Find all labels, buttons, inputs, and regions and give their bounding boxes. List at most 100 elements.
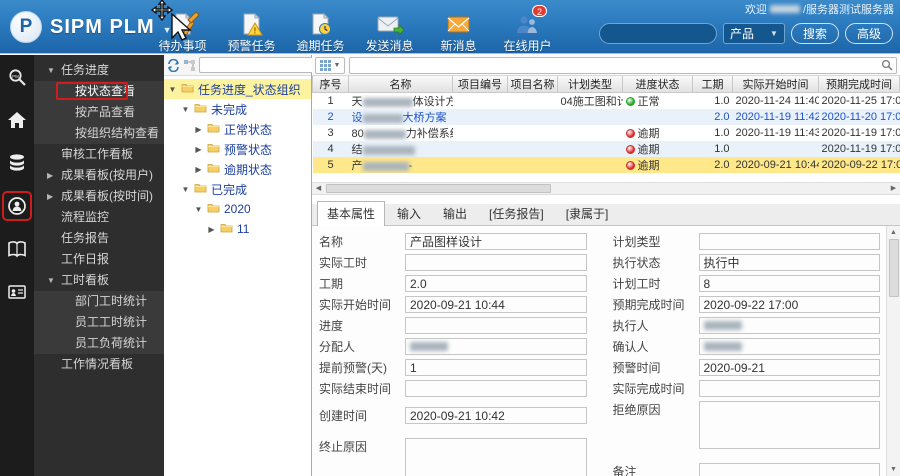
column-header-工期[interactable]: 工期 <box>692 76 733 93</box>
scroll-up-icon[interactable]: ▲ <box>887 226 900 239</box>
field-input[interactable] <box>405 296 587 313</box>
new-message-tool[interactable]: 新消息 <box>424 12 493 54</box>
column-header-序号[interactable]: 序号 <box>312 76 349 93</box>
sidebar-item-按状态查看[interactable]: 按状态查看 <box>34 81 164 102</box>
search-category-select[interactable]: 产品 ▼ <box>722 23 785 44</box>
table-row[interactable]: 4 结 逾期 1.0 2020-11-19 17:00 <box>312 141 900 157</box>
collapsed-arrow-icon[interactable]: ▶ <box>194 145 203 154</box>
field-value-redacted[interactable] <box>698 338 880 355</box>
scroll-right-icon[interactable]: ▶ <box>887 183 900 194</box>
tab-隶属于[interactable]: [隶属于] <box>556 201 619 225</box>
tab-输出[interactable]: 输出 <box>433 201 477 225</box>
cell-name[interactable]: 80力补偿系统 <box>349 125 453 141</box>
field-input[interactable] <box>405 254 587 271</box>
scroll-down-icon[interactable]: ▼ <box>887 463 900 476</box>
book-icon[interactable] <box>4 236 30 262</box>
vertical-scroll-thumb[interactable] <box>888 239 899 297</box>
tree-node-已完成[interactable]: ▼ 已完成 <box>164 179 311 199</box>
field-input[interactable] <box>405 359 587 376</box>
column-header-计划类型[interactable]: 计划类型 <box>557 76 623 93</box>
home-icon[interactable] <box>4 107 30 133</box>
field-input[interactable] <box>405 233 587 250</box>
sidebar-item-流程监控[interactable]: 流程监控 <box>34 207 164 228</box>
advanced-search-button[interactable]: 高级 <box>844 23 893 44</box>
tab-基本属性[interactable]: 基本属性 <box>317 201 386 226</box>
field-input[interactable] <box>698 275 880 292</box>
tree-node-预警状态[interactable]: ▶ 预警状态 <box>164 139 311 159</box>
column-header-项目名称[interactable]: 项目名称 <box>507 76 558 93</box>
tree-node-正常状态[interactable]: ▶ 正常状态 <box>164 119 311 139</box>
sidebar-item-按组织结构查看[interactable]: 按组织结构查看 <box>34 123 164 144</box>
tree-structure-icon[interactable] <box>183 58 196 73</box>
database-icon[interactable] <box>4 150 30 176</box>
column-header-实际开始时间[interactable]: 实际开始时间 <box>732 76 819 93</box>
tree-node-逾期状态[interactable]: ▶ 逾期状态 <box>164 159 311 179</box>
vertical-scrollbar[interactable]: ▲ ▼ <box>886 226 900 476</box>
column-header-名称[interactable]: 名称 <box>348 76 453 93</box>
scroll-left-icon[interactable]: ◀ <box>312 183 325 194</box>
tree-node-11[interactable]: ▶ 11 <box>164 219 311 239</box>
send-message-tool[interactable]: 发送消息 <box>355 12 424 54</box>
collapsed-arrow-icon[interactable]: ▶ <box>194 165 203 174</box>
sidebar-item-按产品查看[interactable]: 按产品查看 <box>34 102 164 123</box>
column-header-项目编号[interactable]: 项目编号 <box>452 76 508 93</box>
field-input[interactable] <box>698 359 880 376</box>
global-search-input[interactable] <box>598 23 717 44</box>
field-input[interactable] <box>698 380 880 397</box>
table-row[interactable]: 5产- 逾期 2.02020-09-21 10:442020-09-22 17:00 <box>312 157 900 173</box>
table-row[interactable]: 2 设大桥方案 2.0 2020-11-19 11:42 2020-11-20 17:0… <box>312 109 900 125</box>
search-button[interactable]: 搜索 <box>790 23 839 44</box>
field-input[interactable] <box>698 463 880 476</box>
tree-node-2020[interactable]: ▼ 2020 <box>164 199 311 219</box>
sidebar-item-员工负荷统计[interactable]: 员工负荷统计 <box>34 333 164 354</box>
expanded-arrow-icon[interactable]: ▼ <box>181 185 190 194</box>
sidebar-item-成果看板(按用户)[interactable]: ▶ 成果看板(按用户) <box>34 165 164 186</box>
grid-filter-input[interactable] <box>352 58 879 72</box>
horizontal-scrollbar[interactable]: ◀ ▶ <box>312 182 900 195</box>
table-row[interactable]: 1 天体设计方案 04施工图和计算 正常 1.0 2020-11-24 11:402020… <box>313 93 899 110</box>
collapsed-arrow-icon[interactable]: ▶ <box>207 225 216 234</box>
tab-输入[interactable]: 输入 <box>387 201 431 225</box>
field-textarea[interactable] <box>405 438 587 476</box>
cell-name[interactable]: 产- <box>348 157 453 173</box>
field-textarea[interactable] <box>698 401 880 449</box>
expanded-arrow-icon[interactable]: ▼ <box>194 205 203 214</box>
sidebar-item-工时看板[interactable]: ▼ 工时看板 <box>34 270 164 291</box>
field-input[interactable] <box>698 296 880 313</box>
online-users-tool[interactable]: 在线用户 2 <box>493 5 562 54</box>
column-header-进度状态[interactable]: 进度状态 <box>622 76 693 93</box>
field-input[interactable] <box>405 275 587 292</box>
tree-node-未完成[interactable]: ▼ 未完成 <box>164 99 311 119</box>
sidebar-item-任务报告[interactable]: 任务报告 <box>34 228 164 249</box>
table-row[interactable]: 3 80力补偿系统 逾期 1.0 2020-11-19 11:432020-11-19 … <box>313 125 899 141</box>
expanded-arrow-icon[interactable]: ▼ <box>181 105 190 114</box>
field-input[interactable] <box>405 317 587 334</box>
tree-refresh-icon[interactable] <box>167 58 180 73</box>
field-value-redacted[interactable] <box>698 317 880 334</box>
tree-node-任务进度_状态组织[interactable]: ▼ 任务进度_状态组织 <box>164 79 311 99</box>
magnifier-icon[interactable] <box>879 58 894 73</box>
todo-tool[interactable]: 待办事项 <box>148 12 217 54</box>
collapsed-arrow-icon[interactable]: ▶ <box>194 125 203 134</box>
sidebar-item-工作情况看板[interactable]: 工作情况看板 <box>34 354 164 375</box>
sidebar-item-成果看板(按时间)[interactable]: ▶ 成果看板(按时间) <box>34 186 164 207</box>
field-input[interactable] <box>698 233 880 250</box>
cell-name[interactable]: 结 <box>348 141 453 157</box>
column-settings-button[interactable]: ▼ <box>315 56 345 74</box>
warning-task-tool[interactable]: ! 预警任务 <box>217 12 286 54</box>
sidebar-item-任务进度[interactable]: ▼ 任务进度 <box>34 60 164 81</box>
field-input[interactable] <box>405 407 587 424</box>
sidebar-item-部门工时统计[interactable]: 部门工时统计 <box>34 291 164 312</box>
search-icon[interactable]: PM <box>4 64 30 90</box>
field-input[interactable] <box>698 254 880 271</box>
horizontal-scroll-thumb[interactable] <box>326 184 551 193</box>
field-input[interactable] <box>405 380 587 397</box>
tab-任务报告[interactable]: [任务报告] <box>479 201 554 225</box>
report-card-icon[interactable] <box>4 279 30 305</box>
sidebar-item-工作日报[interactable]: 工作日报 <box>34 249 164 270</box>
column-header-预期完成时间[interactable]: 预期完成时间 <box>818 76 900 93</box>
sidebar-item-员工工时统计[interactable]: 员工工时统计 <box>34 312 164 333</box>
field-value-redacted[interactable] <box>405 338 587 355</box>
overdue-task-tool[interactable]: 逾期任务 <box>286 12 355 54</box>
expanded-arrow-icon[interactable]: ▼ <box>168 85 177 94</box>
